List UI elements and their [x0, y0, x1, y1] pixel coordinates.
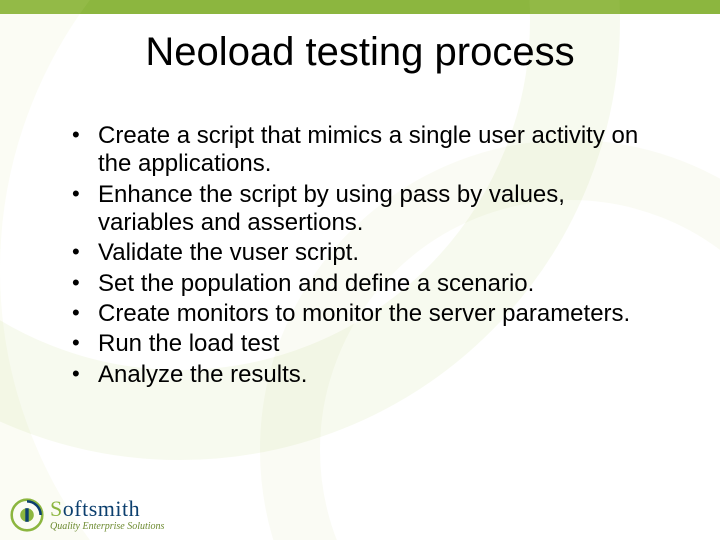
- list-item: Analyze the results.: [68, 361, 660, 389]
- logo-icon: [10, 498, 44, 532]
- logo-name-rest: oftsmith: [63, 496, 140, 521]
- slide: Neoload testing process Create a script …: [0, 0, 720, 540]
- top-accent-bar: [0, 0, 720, 14]
- slide-title: Neoload testing process: [0, 30, 720, 75]
- logo-name-accent: S: [50, 496, 63, 521]
- list-item: Create monitors to monitor the server pa…: [68, 300, 660, 328]
- logo-name: Softsmith: [50, 498, 164, 520]
- logo-tagline: Quality Enterprise Solutions: [50, 522, 164, 532]
- list-item: Create a script that mimics a single use…: [68, 122, 660, 179]
- list-item: Enhance the script by using pass by valu…: [68, 181, 660, 238]
- list-item: Run the load test: [68, 330, 660, 358]
- brand-logo: Softsmith Quality Enterprise Solutions: [10, 498, 164, 532]
- list-item: Set the population and define a scenario…: [68, 270, 660, 298]
- bullet-list: Create a script that mimics a single use…: [68, 122, 660, 391]
- list-item: Validate the vuser script.: [68, 239, 660, 267]
